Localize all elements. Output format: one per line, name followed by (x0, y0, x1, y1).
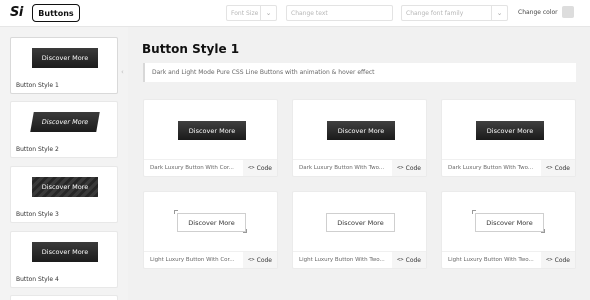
corner-line (243, 229, 247, 233)
card-footer: Dark Luxury Button With Two... <> Code (442, 159, 575, 176)
change-text-placeholder: Change text (291, 9, 328, 17)
sidebar-item-button-style-1[interactable]: Discover More Button Style 1 (10, 37, 118, 94)
page-description: Dark and Light Mode Pure CSS Line Button… (143, 63, 576, 82)
code-label: Code (256, 256, 272, 264)
code-icon: <> (546, 257, 553, 263)
card-footer: Light Luxury Button With Two... <> Code (442, 251, 575, 268)
card-title: Dark Luxury Button With Two... (299, 165, 385, 171)
discover-more-button[interactable]: Discover More (178, 121, 246, 140)
sidebar-item-button-style-4[interactable]: Discover More Button Style 4 (10, 231, 118, 288)
discover-more-button[interactable]: Discover More (177, 213, 246, 232)
code-button[interactable]: <> Code (541, 160, 575, 176)
font-family-placeholder: Change font family (406, 9, 464, 17)
button-card-dark-two[interactable]: Discover More Dark Luxury Button With Tw… (292, 99, 427, 177)
chevron-down-icon: ⌄ (260, 6, 276, 20)
sidebar-item-button-style-2[interactable]: Discover More Button Style 2 (10, 101, 118, 158)
discover-more-button[interactable]: Discover More (326, 213, 395, 232)
corner-line (541, 229, 545, 233)
code-icon: <> (248, 165, 255, 171)
change-text-input[interactable]: Change text (286, 5, 393, 21)
sidebar-item-label: Button Style 1 (16, 82, 59, 89)
card-title: Light Luxury Button With Two... (299, 257, 385, 263)
card-title: Dark Luxury Button With Cor... (150, 165, 234, 171)
font-family-select[interactable]: Change font family ⌄ (401, 5, 508, 21)
corner-line (174, 210, 178, 214)
code-label: Code (405, 256, 421, 264)
code-button[interactable]: <> Code (392, 252, 426, 268)
code-button[interactable]: <> Code (541, 252, 575, 268)
card-footer: Light Luxury Button With Two... <> Code (293, 251, 426, 268)
discover-more-button[interactable]: Discover More (476, 121, 544, 140)
discover-more-button[interactable]: Discover More (327, 121, 395, 140)
card-title: Light Luxury Button With Two... (448, 257, 534, 263)
sidebar-item-label: Button Style 2 (16, 146, 59, 153)
sidebar: Discover More Button Style 1 Discover Mo… (0, 27, 128, 300)
code-icon: <> (248, 257, 255, 263)
color-picker-swatch[interactable] (562, 6, 574, 18)
preview-button: Discover More (32, 48, 98, 68)
collapse-sidebar-icon[interactable]: ‹ (121, 68, 124, 76)
preview-button: Discover More (32, 242, 98, 262)
font-size-select[interactable]: Font Size ⌄ (226, 5, 277, 21)
discover-more-button[interactable]: Discover More (475, 213, 544, 232)
buttons-category-button[interactable]: Buttons (32, 4, 80, 22)
top-bar: Si Buttons Font Size ⌄ Change text Chang… (0, 0, 590, 27)
code-label: Code (405, 164, 421, 172)
corner-line (472, 210, 476, 214)
code-icon: <> (546, 165, 553, 171)
card-title: Light Luxury Button With Cor... (150, 257, 235, 263)
chevron-down-icon: ⌄ (491, 6, 507, 20)
code-icon: <> (397, 165, 404, 171)
code-label: Code (554, 164, 570, 172)
sidebar-item-button-style-3[interactable]: Discover More Button Style 3 (10, 166, 118, 223)
button-card-light-corner[interactable]: Discover More Light Luxury Button With C… (143, 191, 278, 269)
card-footer: Dark Luxury Button With Two... <> Code (293, 159, 426, 176)
code-button[interactable]: <> Code (243, 160, 277, 176)
button-card-light-two-alt[interactable]: Discover More Light Luxury Button With T… (441, 191, 576, 269)
sidebar-item-label: Button Style 4 (16, 276, 59, 283)
preview-button: Discover More (32, 177, 98, 197)
description-text: Dark and Light Mode Pure CSS Line Button… (152, 69, 375, 76)
sidebar-item-label: Button Style 3 (16, 211, 59, 218)
button-card-light-two[interactable]: Discover More Light Luxury Button With T… (292, 191, 427, 269)
card-footer: Dark Luxury Button With Cor... <> Code (144, 159, 277, 176)
button-card-dark-corner[interactable]: Discover More Dark Luxury Button With Co… (143, 99, 278, 177)
code-button[interactable]: <> Code (243, 252, 277, 268)
preview-button: Discover More (30, 112, 100, 132)
code-label: Code (554, 256, 570, 264)
code-icon: <> (397, 257, 404, 263)
code-button[interactable]: <> Code (392, 160, 426, 176)
change-color-label: Change color (518, 9, 558, 16)
card-footer: Light Luxury Button With Cor... <> Code (144, 251, 277, 268)
page-title: Button Style 1 (142, 42, 240, 56)
font-size-placeholder: Font Size (231, 9, 259, 17)
sidebar-item-partial[interactable] (10, 295, 118, 300)
code-label: Code (256, 164, 272, 172)
site-logo[interactable]: Si (10, 5, 23, 20)
card-title: Dark Luxury Button With Two... (448, 165, 534, 171)
button-card-dark-two-alt[interactable]: Discover More Dark Luxury Button With Tw… (441, 99, 576, 177)
